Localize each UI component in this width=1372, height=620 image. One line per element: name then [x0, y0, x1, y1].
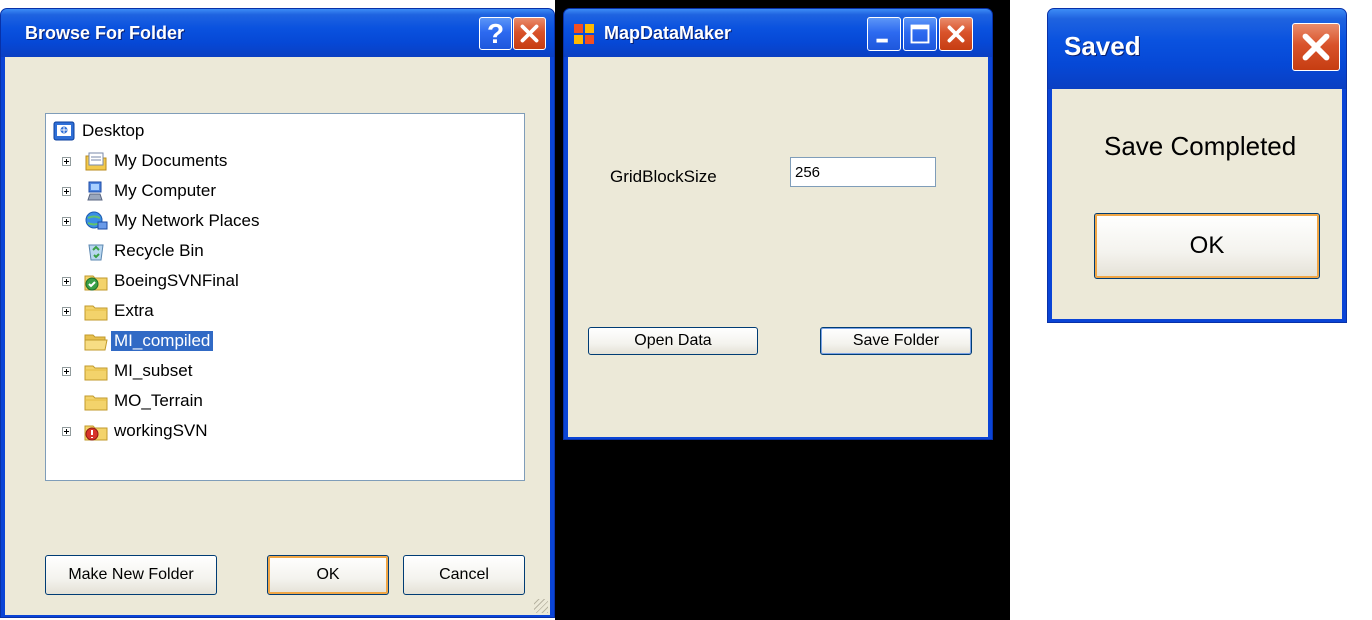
mapdatamaker-title: MapDataMaker	[604, 23, 732, 43]
minimize-icon	[876, 38, 888, 43]
mapdatamaker-titlebar[interactable]: MapDataMaker	[564, 9, 992, 57]
make-new-folder-label: Make New Folder	[68, 566, 194, 583]
expand-toggle-icon[interactable]	[62, 427, 71, 436]
browse-for-folder-dialog: Browse For Folder ? Desktop My Documents M…	[0, 8, 555, 618]
grid-block-size-label: GridBlockSize	[610, 167, 717, 186]
maximize-button[interactable]	[903, 17, 937, 51]
tree-item-label: workingSVN	[114, 421, 208, 440]
mapdatamaker-close-button[interactable]	[939, 17, 973, 51]
svn-modified-folder-icon	[84, 420, 108, 442]
minimize-button[interactable]	[867, 17, 901, 51]
folder-tree[interactable]: Desktop My Documents My Computer My Network…	[45, 113, 525, 481]
expand-toggle-icon[interactable]	[62, 217, 71, 226]
open-folder-icon	[84, 330, 108, 352]
folder-icon	[84, 360, 108, 382]
tree-item-label: My Documents	[114, 151, 228, 170]
svn-folder-icon	[84, 270, 108, 292]
tree-item-label: MI_compiled	[109, 330, 215, 352]
tree-item-label: MO_Terrain	[114, 391, 203, 410]
network-places-icon	[84, 210, 108, 232]
tree-item-label: MI_subset	[114, 361, 193, 380]
tree-item-label: BoeingSVNFinal	[114, 271, 239, 290]
saved-ok-button[interactable]: OK	[1094, 213, 1320, 279]
expand-toggle-icon[interactable]	[62, 157, 71, 166]
expand-toggle-icon[interactable]	[62, 307, 71, 316]
my-documents-icon	[84, 150, 108, 172]
browse-cancel-button[interactable]: Cancel	[403, 555, 525, 595]
browse-ok-button[interactable]: OK	[267, 555, 389, 595]
mapdatamaker-window: MapDataMaker GridBlockSize Open Data Sav…	[563, 8, 993, 440]
help-icon: ?	[486, 18, 505, 49]
expand-toggle-icon[interactable]	[62, 277, 71, 286]
desktop-icon	[52, 120, 76, 142]
browse-cancel-label: Cancel	[439, 566, 489, 583]
save-folder-button[interactable]: Save Folder	[820, 327, 972, 355]
saved-dialog-title: Saved	[1064, 31, 1141, 61]
close-icon	[520, 24, 539, 43]
folder-icon	[84, 390, 108, 412]
open-data-button[interactable]: Open Data	[588, 327, 758, 355]
browse-dialog-titlebar[interactable]: Browse For Folder ?	[1, 9, 554, 57]
close-icon	[1302, 33, 1330, 61]
grid-block-size-input[interactable]	[790, 157, 936, 187]
tree-item-label: Recycle Bin	[114, 241, 204, 260]
app-icon	[574, 24, 594, 44]
mapdatamaker-body: GridBlockSize Open Data Save Folder	[568, 57, 988, 437]
open-data-label: Open Data	[634, 332, 712, 349]
saved-ok-label: OK	[1189, 232, 1225, 259]
maximize-icon	[910, 24, 930, 44]
browse-dialog-title: Browse For Folder	[25, 23, 185, 43]
saved-close-button[interactable]	[1292, 23, 1340, 71]
saved-dialog-titlebar[interactable]: Saved	[1048, 9, 1346, 89]
saved-dialog: Saved Save Completed OK	[1047, 8, 1347, 323]
saved-dialog-body: Save Completed OK	[1052, 89, 1342, 319]
close-icon	[947, 25, 965, 43]
tree-item-label: My Network Places	[114, 211, 260, 230]
tree-item-label: My Computer	[114, 181, 217, 200]
recycle-bin-icon	[84, 240, 108, 262]
browse-ok-label: OK	[316, 566, 340, 583]
make-new-folder-button[interactable]: Make New Folder	[45, 555, 217, 595]
help-button[interactable]: ?	[479, 17, 512, 50]
folder-icon	[84, 300, 108, 322]
resize-grip[interactable]	[534, 599, 548, 613]
save-folder-label: Save Folder	[852, 332, 940, 349]
expand-toggle-icon[interactable]	[62, 367, 71, 376]
my-computer-icon	[84, 180, 108, 202]
expand-toggle-icon[interactable]	[62, 187, 71, 196]
browse-close-button[interactable]	[513, 17, 546, 50]
tree-item-label: Extra	[114, 301, 154, 320]
save-completed-message: Save Completed	[1104, 131, 1297, 161]
tree-item-label: Desktop	[82, 121, 145, 140]
